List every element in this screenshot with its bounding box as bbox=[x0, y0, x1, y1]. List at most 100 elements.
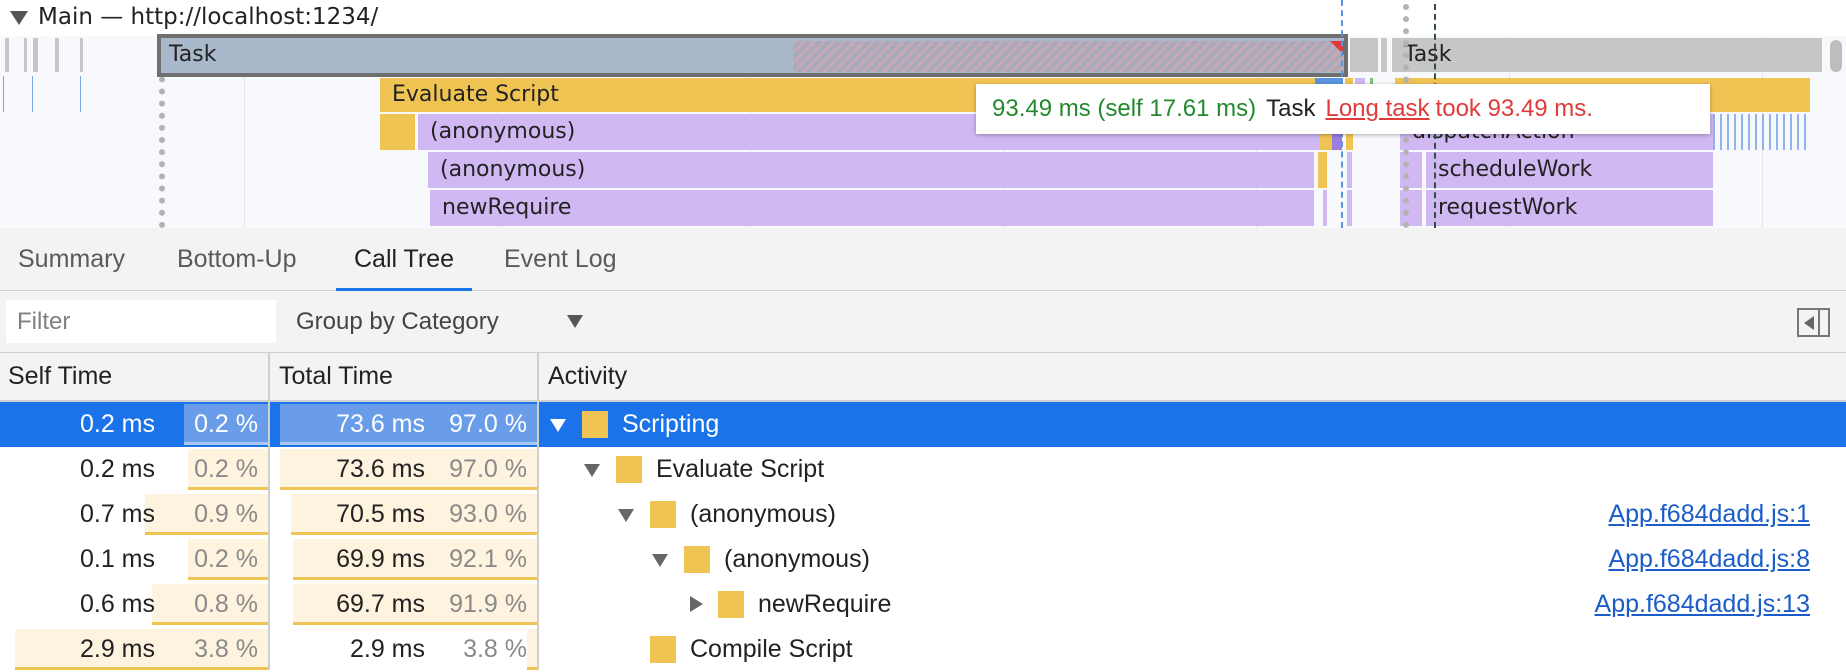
total-time-cell: 69.7 ms 91.9 % bbox=[270, 582, 537, 627]
new-require-bar[interactable]: newRequire bbox=[430, 190, 1314, 226]
event-bar[interactable] bbox=[1350, 38, 1378, 72]
category-color-swatch bbox=[650, 636, 676, 663]
schedule-work-bar[interactable]: scheduleWork bbox=[1426, 152, 1713, 188]
event-bar[interactable] bbox=[33, 38, 38, 72]
task-bar[interactable]: Task bbox=[1392, 38, 1822, 72]
tab-event-log[interactable]: Event Log bbox=[486, 228, 635, 290]
table-row[interactable]: 2.9 ms 3.8 % 2.9 ms 3.8 % Compile Script bbox=[0, 627, 1846, 672]
long-task-link[interactable]: Long task bbox=[1325, 95, 1429, 122]
event-bar[interactable] bbox=[1381, 38, 1387, 72]
table-row[interactable]: 0.7 ms 0.9 % 70.5 ms 93.0 % (anonymous) App.f… bbox=[0, 492, 1846, 537]
self-time-percent: 0.9 % bbox=[194, 500, 258, 528]
details-tab-bar: Summary Bottom-Up Call Tree Event Log bbox=[0, 228, 1846, 291]
collapse-triangle-icon[interactable] bbox=[10, 11, 28, 25]
self-time-value: 0.2 ms bbox=[79, 455, 155, 483]
column-divider[interactable] bbox=[537, 353, 539, 670]
activity-name: Compile Script bbox=[690, 635, 853, 663]
task-label: Task bbox=[1404, 42, 1452, 67]
total-time-value: 69.9 ms bbox=[336, 545, 425, 573]
tab-summary[interactable]: Summary bbox=[0, 228, 143, 290]
table-row[interactable]: 0.2 ms 0.2 % 73.6 ms 97.0 % Evaluate Script bbox=[0, 447, 1846, 492]
event-bar[interactable] bbox=[1347, 152, 1352, 188]
column-header-self-time[interactable]: Self Time bbox=[0, 353, 269, 400]
total-time-cell: 69.9 ms 92.1 % bbox=[270, 537, 537, 582]
event-bar[interactable] bbox=[5, 38, 9, 72]
bar-label: newRequire bbox=[442, 195, 572, 220]
total-time-value: 70.5 ms bbox=[336, 500, 425, 528]
flame-tooltip: 93.49 ms (self 17.61 ms) Task Long task too… bbox=[976, 84, 1710, 134]
event-bar[interactable] bbox=[1347, 190, 1352, 226]
collapse-triangle-icon[interactable] bbox=[584, 464, 600, 477]
track-header[interactable]: Main — http://localhost:1234/ bbox=[0, 0, 1846, 36]
bar-label: (anonymous) bbox=[440, 157, 586, 182]
total-time-cell: 73.6 ms 97.0 % bbox=[270, 402, 537, 447]
table-row[interactable]: 0.2 ms 0.2 % 73.6 ms 97.0 % Scripting bbox=[0, 402, 1846, 447]
bar-label: scheduleWork bbox=[1438, 157, 1593, 182]
category-color-swatch bbox=[650, 501, 676, 528]
filter-input[interactable] bbox=[6, 300, 276, 343]
total-time-value: 69.7 ms bbox=[336, 590, 425, 618]
event-bars-cluster bbox=[1713, 114, 1808, 150]
toggle-sidebar-button[interactable] bbox=[1797, 308, 1830, 337]
flame-scrollbar-thumb[interactable] bbox=[1830, 40, 1842, 72]
column-divider[interactable] bbox=[268, 353, 270, 670]
event-bar[interactable] bbox=[1323, 190, 1327, 226]
self-time-value: 0.6 ms bbox=[79, 590, 155, 618]
sidebar-toggle-divider bbox=[1818, 310, 1820, 335]
total-time-cell: 73.6 ms 97.0 % bbox=[270, 447, 537, 492]
collapse-triangle-icon[interactable] bbox=[550, 419, 566, 432]
total-time-percent: 92.1 % bbox=[449, 545, 527, 573]
flame-chart[interactable]: Main — http://localhost:1234/ Task Task … bbox=[0, 0, 1846, 229]
source-link[interactable]: App.f684dadd.js:1 bbox=[1608, 492, 1810, 537]
collapse-triangle-icon[interactable] bbox=[618, 509, 634, 522]
activity-name: (anonymous) bbox=[690, 500, 836, 528]
tooltip-name: Task bbox=[1266, 95, 1316, 122]
table-header: Self Time Total Time Activity bbox=[0, 353, 1846, 402]
activity-name: Scripting bbox=[622, 410, 720, 438]
event-bar[interactable] bbox=[80, 38, 83, 72]
self-time-percent: 3.8 % bbox=[194, 635, 258, 663]
table-row[interactable]: 0.6 ms 0.8 % 69.7 ms 91.9 % newRequire App.f6… bbox=[0, 582, 1846, 627]
self-time-cell: 0.2 ms 0.2 % bbox=[0, 402, 268, 447]
anonymous-bar[interactable]: (anonymous) bbox=[428, 152, 1314, 188]
tab-bottom-up[interactable]: Bottom-Up bbox=[159, 228, 314, 290]
bar-label: Evaluate Script bbox=[392, 82, 559, 107]
tooltip-duration: 93.49 ms (self 17.61 ms) bbox=[992, 95, 1257, 122]
collapse-triangle-icon[interactable] bbox=[652, 554, 668, 567]
event-bar[interactable] bbox=[1318, 152, 1327, 188]
total-time-percent: 97.0 % bbox=[449, 455, 527, 483]
table-row[interactable]: 0.1 ms 0.2 % 69.9 ms 92.1 % (anonymous) App.f… bbox=[0, 537, 1846, 582]
self-time-value: 2.9 ms bbox=[79, 635, 155, 663]
tab-call-tree[interactable]: Call Tree bbox=[336, 228, 473, 291]
total-time-value: 73.6 ms bbox=[336, 410, 425, 438]
activity-name: newRequire bbox=[758, 590, 892, 618]
event-bar[interactable] bbox=[24, 38, 27, 72]
column-header-total-time[interactable]: Total Time bbox=[271, 353, 538, 400]
self-time-cell: 2.9 ms 3.8 % bbox=[0, 627, 268, 672]
dropdown-caret-icon[interactable] bbox=[567, 315, 583, 328]
self-time-percent: 0.2 % bbox=[194, 545, 258, 573]
self-time-cell: 0.6 ms 0.8 % bbox=[0, 582, 268, 627]
event-bar bbox=[80, 76, 81, 112]
expand-triangle-icon[interactable] bbox=[690, 596, 703, 612]
column-header-activity[interactable]: Activity bbox=[540, 353, 1846, 400]
event-bar bbox=[3, 76, 4, 112]
call-tree-toolbar: Group by Category bbox=[0, 291, 1846, 354]
event-bar[interactable] bbox=[55, 38, 59, 72]
compile-bar[interactable] bbox=[380, 114, 415, 150]
category-color-swatch bbox=[684, 546, 710, 573]
total-time-percent: 97.0 % bbox=[449, 410, 527, 438]
self-time-percent: 0.2 % bbox=[194, 455, 258, 483]
activity-name: Evaluate Script bbox=[656, 455, 825, 483]
group-by-dropdown[interactable]: Group by Category bbox=[296, 291, 499, 352]
source-link[interactable]: App.f684dadd.js:13 bbox=[1595, 582, 1810, 627]
sidebar-toggle-icon bbox=[1804, 316, 1814, 330]
category-color-swatch bbox=[582, 411, 608, 438]
selection-outline bbox=[157, 34, 1348, 77]
request-work-bar[interactable]: requestWork bbox=[1426, 190, 1713, 226]
activity-name: (anonymous) bbox=[724, 545, 870, 573]
source-link[interactable]: App.f684dadd.js:8 bbox=[1608, 537, 1810, 582]
self-time-percent: 0.8 % bbox=[194, 590, 258, 618]
total-time-cell: 70.5 ms 93.0 % bbox=[270, 492, 537, 537]
tooltip-warning: took 93.49 ms. bbox=[1435, 95, 1593, 122]
